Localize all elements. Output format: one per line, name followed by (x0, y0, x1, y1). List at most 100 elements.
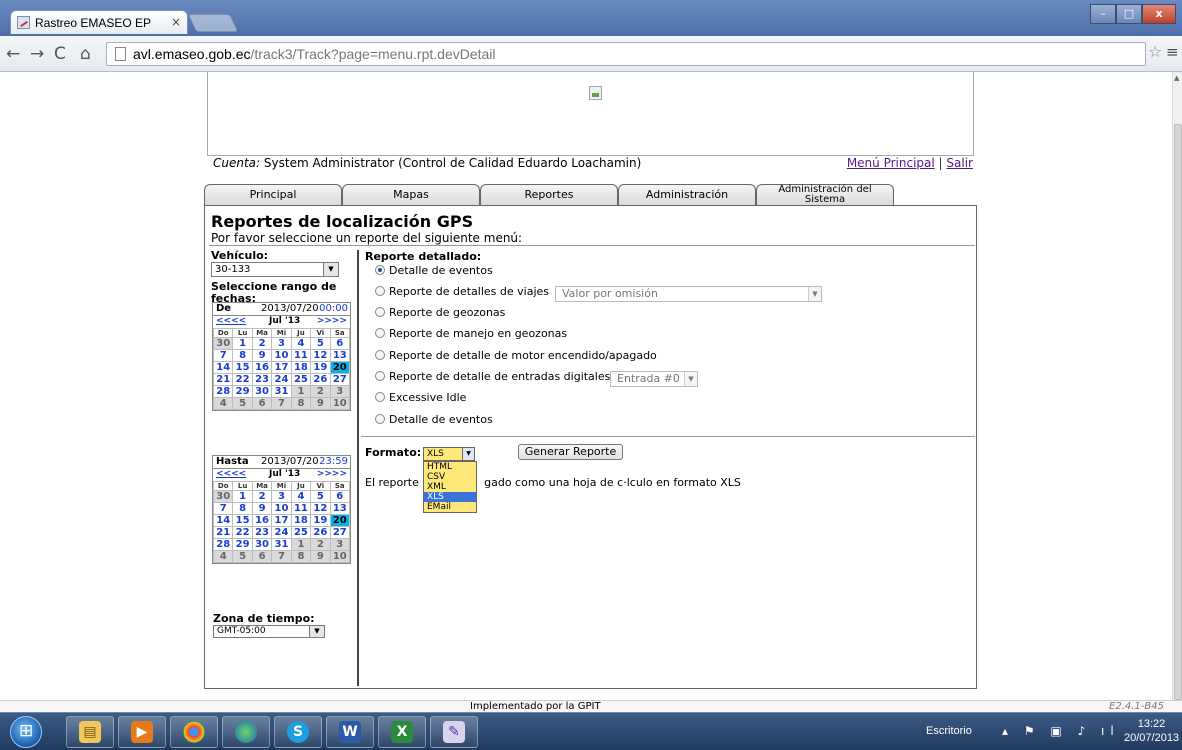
radio-icon[interactable] (375, 286, 385, 296)
calendar-day[interactable]: 14 (214, 515, 233, 526)
calendar-day[interactable]: 8 (233, 350, 252, 361)
calendar-day[interactable]: 5 (311, 338, 330, 349)
calendar-day[interactable]: 18 (291, 515, 311, 526)
calendar-day[interactable]: 18 (291, 362, 311, 373)
calendar-day[interactable]: 11 (291, 350, 311, 361)
format-option-email[interactable]: EMail (424, 502, 476, 512)
vertical-scrollbar[interactable]: ▲ (1172, 72, 1182, 700)
chrome-icon[interactable] (170, 716, 218, 748)
generate-report-button[interactable]: Generar Reporte (518, 444, 623, 460)
paint-icon[interactable]: ✎ (430, 716, 478, 748)
calendar-day[interactable]: 28 (214, 539, 233, 550)
calendar-day-selected[interactable]: 20 (330, 515, 349, 526)
calendar-day[interactable]: 24 (272, 374, 291, 385)
report-option-event-detail-2[interactable]: Detalle de eventos (375, 413, 493, 429)
calendar-day[interactable]: 3 (272, 338, 291, 349)
calendar-day-selected[interactable]: 20 (330, 362, 349, 373)
tab-mapas[interactable]: Mapas (342, 184, 480, 206)
start-button-icon[interactable] (10, 716, 42, 748)
address-bar[interactable]: avl.emaseo.gob.ec/track3/Track?page=menu… (106, 42, 1146, 66)
calendar-day[interactable]: 4 (291, 338, 311, 349)
scrollbar-thumb[interactable] (1174, 124, 1182, 700)
calendar-day[interactable]: 22 (233, 374, 252, 385)
report-option-digital-inputs[interactable]: Reporte de detalle de entradas digitales (375, 370, 610, 386)
calendar-day[interactable]: 27 (330, 527, 349, 538)
globe-app-icon[interactable] (222, 716, 270, 748)
calendar-day[interactable]: 9 (252, 503, 272, 514)
radio-icon[interactable] (375, 414, 385, 424)
main-menu-link[interactable]: Menú Principal (847, 156, 935, 170)
calendar-day[interactable]: 28 (214, 386, 233, 397)
calendar-day[interactable]: 7 (272, 398, 291, 409)
radio-icon[interactable] (375, 328, 385, 338)
calendar-day[interactable]: 6 (330, 491, 349, 502)
calendar-day[interactable]: 29 (233, 539, 252, 550)
next-month-link[interactable]: >>>> (317, 316, 347, 326)
calendar-day[interactable]: 1 (233, 338, 252, 349)
taskbar-clock[interactable]: 13:22 20/07/2013 (1124, 717, 1179, 745)
calendar-day[interactable]: 6 (330, 338, 349, 349)
calendar-day[interactable]: 9 (311, 398, 330, 409)
reload-icon[interactable]: C (54, 44, 66, 64)
calendar-day[interactable]: 6 (252, 551, 272, 562)
radio-icon[interactable] (375, 307, 385, 317)
report-option-geozone-driving[interactable]: Reporte de manejo en geozonas (375, 327, 567, 343)
calendar-day[interactable]: 23 (252, 374, 272, 385)
calendar-day[interactable]: 5 (233, 398, 252, 409)
report-option-excessive-idle[interactable]: Excessive Idle (375, 391, 466, 407)
calendar-day[interactable]: 21 (214, 374, 233, 385)
calendar-day[interactable]: 8 (291, 398, 311, 409)
calendar-day[interactable]: 25 (291, 374, 311, 385)
calendar-day[interactable]: 3 (330, 539, 349, 550)
calendar-day[interactable]: 12 (311, 350, 330, 361)
file-explorer-icon[interactable]: ▤ (66, 716, 114, 748)
calendar-day[interactable]: 31 (272, 386, 291, 397)
digital-input-select[interactable]: Entrada #0 ▼ (610, 371, 698, 387)
menu-icon[interactable]: ≡ (1166, 43, 1179, 61)
bookmark-star-icon[interactable]: ☆ (1148, 42, 1162, 61)
report-option-event-detail[interactable]: Detalle de eventos (375, 264, 493, 280)
calendar-day[interactable]: 12 (311, 503, 330, 514)
calendar-day[interactable]: 27 (330, 374, 349, 385)
new-tab-button[interactable] (187, 14, 239, 32)
radio-selected-icon[interactable] (375, 265, 385, 275)
calendar-day[interactable]: 26 (311, 527, 330, 538)
tab-close-icon[interactable]: × (171, 15, 181, 29)
desktop-toolbar-label[interactable]: Escritorio (926, 725, 972, 737)
radio-icon[interactable] (375, 392, 385, 402)
calendar-day[interactable]: 31 (272, 539, 291, 550)
calendar-day[interactable]: 4 (214, 398, 233, 409)
from-time[interactable]: 00:00 (319, 303, 348, 314)
calendar-day[interactable]: 16 (252, 515, 272, 526)
calendar-day[interactable]: 5 (233, 551, 252, 562)
tab-reportes[interactable]: Reportes (480, 184, 618, 206)
calendar-day[interactable]: 9 (311, 551, 330, 562)
calendar-day[interactable]: 8 (291, 551, 311, 562)
calendar-day[interactable]: 10 (330, 551, 349, 562)
calendar-day[interactable]: 30 (214, 338, 233, 349)
calendar-day[interactable]: 19 (311, 362, 330, 373)
forward-arrow-icon[interactable]: → (30, 44, 44, 64)
calendar-day[interactable]: 15 (233, 362, 252, 373)
browser-tab[interactable]: Rastreo EMASEO EP × (10, 10, 188, 34)
calendar-day[interactable]: 16 (252, 362, 272, 373)
radio-icon[interactable] (375, 350, 385, 360)
format-option-html[interactable]: HTML (424, 462, 476, 472)
radio-icon[interactable] (375, 371, 385, 381)
prev-month-link[interactable]: <<<< (216, 469, 246, 479)
scroll-up-icon[interactable]: ▲ (1174, 74, 1179, 82)
logout-link[interactable]: Salir (946, 156, 973, 170)
calendar-day[interactable]: 25 (291, 527, 311, 538)
calendar-day[interactable]: 21 (214, 527, 233, 538)
calendar-day[interactable]: 2 (311, 386, 330, 397)
calendar-day[interactable]: 29 (233, 386, 252, 397)
format-option-xls[interactable]: XLS (424, 492, 476, 502)
calendar-day[interactable]: 1 (291, 539, 311, 550)
back-arrow-icon[interactable]: ← (6, 44, 20, 64)
calendar-day[interactable]: 4 (291, 491, 311, 502)
minimize-icon[interactable]: – (1090, 4, 1116, 24)
url-text[interactable]: avl.emaseo.gob.ec/track3/Track?page=menu… (133, 46, 496, 62)
skype-icon[interactable]: S (274, 716, 322, 748)
calendar-day[interactable]: 19 (311, 515, 330, 526)
calendar-day[interactable]: 4 (214, 551, 233, 562)
